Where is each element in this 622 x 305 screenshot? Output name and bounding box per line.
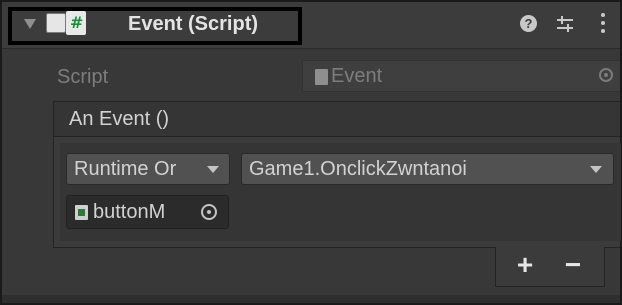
script-file-icon — [315, 69, 328, 85]
inspector-bottom-divider — [2, 295, 620, 303]
object-picker-icon[interactable] — [201, 204, 217, 220]
function-dropdown[interactable]: Game1.OnclickZwntanoi — [241, 153, 614, 185]
runtime-mode-dropdown[interactable]: Runtime Or — [66, 153, 230, 185]
object-picker-icon[interactable] — [599, 68, 613, 82]
event-list-footer: + − — [495, 247, 605, 287]
gameobject-icon — [75, 205, 88, 220]
add-listener-button[interactable]: + — [510, 251, 540, 281]
more-options-icon[interactable] — [600, 13, 606, 35]
header-highlight-box — [8, 7, 302, 45]
chevron-down-icon — [590, 166, 602, 173]
script-object-field[interactable]: Event — [302, 60, 620, 92]
script-field-value: Event — [331, 65, 383, 87]
chevron-down-icon — [207, 166, 219, 173]
remove-listener-button[interactable]: − — [558, 251, 588, 281]
target-object-field[interactable]: buttonM — [66, 195, 229, 229]
runtime-mode-value: Runtime Or — [74, 158, 177, 180]
script-label: Script — [57, 66, 109, 88]
inspector-component: Event (Script) ? Script Event An Event (… — [0, 0, 622, 305]
event-list-header: An Event () — [53, 101, 620, 137]
presets-icon[interactable] — [555, 14, 575, 34]
target-object-value: buttonM — [93, 201, 166, 223]
event-header-label: An Event () — [69, 108, 170, 130]
component-header: Event (Script) ? — [2, 2, 620, 49]
help-icon[interactable]: ? — [520, 15, 537, 32]
function-value: Game1.OnclickZwntanoi — [249, 158, 467, 180]
